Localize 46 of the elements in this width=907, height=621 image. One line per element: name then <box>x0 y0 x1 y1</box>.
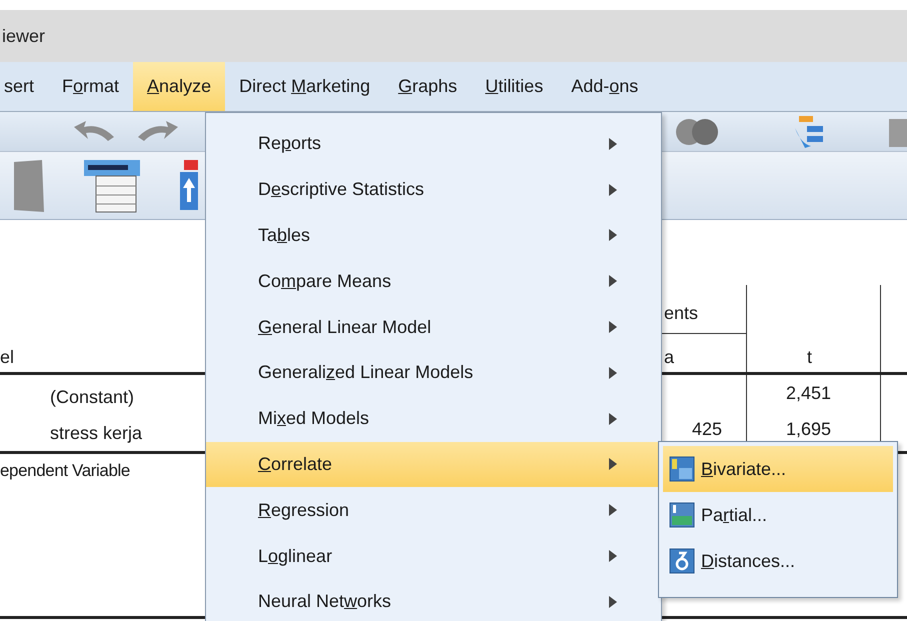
menu-item[interactable]: Tables <box>206 212 661 258</box>
submenu-arrow-icon <box>609 138 617 150</box>
submenu-arrow-icon <box>609 275 617 288</box>
submenu-arrow-icon <box>609 412 617 425</box>
table-header: t <box>807 346 812 369</box>
table-cell-text: 2,451 <box>786 382 832 405</box>
menu-bar-item[interactable]: sert <box>0 62 48 111</box>
submenu-arrow-icon <box>609 321 617 334</box>
menu-item[interactable]: General Linear Model <box>206 304 661 350</box>
window-title: iewer <box>2 24 46 48</box>
menu-bar-item[interactable]: Analyze <box>133 62 226 111</box>
table-header: ents <box>664 302 698 325</box>
menu-item[interactable]: Loglinear <box>206 533 661 579</box>
bivariate-icon <box>669 456 695 482</box>
menu-item[interactable]: Generalized Linear Models <box>206 350 661 396</box>
menu-item[interactable]: Neural Networks <box>206 578 661 621</box>
menu-bar-item[interactable]: Add-ons <box>557 62 652 111</box>
submenu-arrow-icon <box>609 184 617 196</box>
submenu-arrow-icon <box>609 229 617 242</box>
submenu-arrow-icon <box>609 550 617 562</box>
submenu-arrow-icon <box>609 504 617 516</box>
table-header: el <box>0 346 14 369</box>
table-footnote: ependent Variable <box>0 460 130 482</box>
menu-bar-item[interactable]: Utilities <box>471 62 558 111</box>
submenu-arrow-icon <box>609 366 617 379</box>
menu-item[interactable]: Correlate <box>206 442 661 488</box>
menu-item[interactable]: Mixed Models <box>206 396 661 442</box>
submenu-item[interactable]: Partial... <box>663 492 893 538</box>
table-cell-text: 1,695 <box>786 418 832 441</box>
table-header: a <box>664 346 674 369</box>
table-cell-text: stress kerja <box>50 422 142 445</box>
menu-bar-item[interactable]: Direct Marketing <box>225 62 384 111</box>
submenu-item[interactable]: Bivariate... <box>663 446 893 492</box>
table-cell-text: 425 <box>692 418 722 441</box>
table-cell-text: (Constant) <box>50 386 134 409</box>
submenu-item[interactable]: Distances... <box>663 538 893 584</box>
menu-item[interactable]: Reports <box>206 121 661 167</box>
menu-bar-item[interactable]: Format <box>48 62 134 111</box>
submenu-arrow-icon <box>609 458 617 470</box>
submenu-arrow-icon <box>609 596 617 608</box>
menu-bar-item[interactable]: Graphs <box>384 62 472 111</box>
menu-item[interactable]: Regression <box>206 487 661 534</box>
delta-icon <box>669 548 695 574</box>
menu-item[interactable]: Compare Means <box>206 258 661 304</box>
table-list-icon[interactable] <box>82 158 142 214</box>
partial-icon <box>669 502 695 528</box>
